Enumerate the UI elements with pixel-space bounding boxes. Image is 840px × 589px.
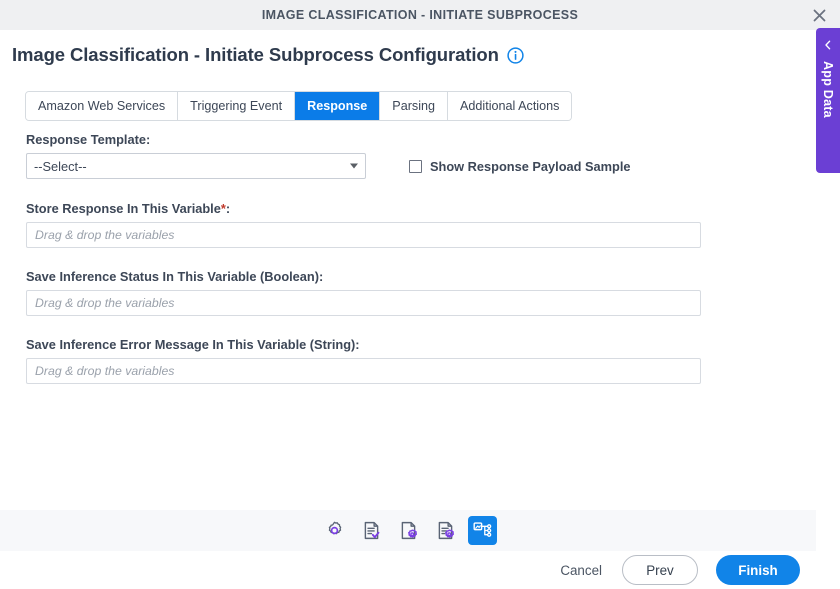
inference-error-label: Save Inference Error Message In This Var… (26, 337, 360, 352)
response-template-value: --Select-- (34, 158, 87, 174)
close-icon[interactable] (808, 4, 830, 26)
info-circle-icon[interactable] (507, 46, 524, 64)
tab-triggering-event[interactable]: Triggering Event (178, 92, 296, 120)
store-response-label: Store Response In This Variable*: (26, 201, 726, 216)
show-response-payload-sample-label: Show Response Payload Sample (430, 159, 631, 174)
dialog-window: IMAGE CLASSIFICATION - INITIATE SUBPROCE… (0, 0, 840, 589)
store-response-label-text: Store Response In This Variable (26, 201, 221, 216)
tab-additional-actions[interactable]: Additional Actions (448, 92, 572, 120)
prev-button[interactable]: Prev (622, 555, 698, 585)
window-title: IMAGE CLASSIFICATION - INITIATE SUBPROCE… (261, 8, 579, 22)
app-data-panel-toggle[interactable]: App Data (816, 28, 840, 173)
step-icon-toolbar (0, 510, 816, 551)
chevron-left-icon (823, 37, 833, 55)
response-template-select[interactable]: --Select-- (26, 153, 366, 179)
cancel-button[interactable]: Cancel (558, 559, 604, 582)
chevron-down-icon (350, 163, 358, 169)
process-flow-icon[interactable] (467, 516, 497, 545)
inference-status-label: Save Inference Status In This Variable (… (26, 269, 324, 284)
checkbox-box-icon (409, 160, 422, 173)
page-header: Image Classification - Initiate Subproce… (12, 44, 524, 66)
tab-parsing[interactable]: Parsing (380, 92, 448, 120)
response-template-label: Response Template: (26, 132, 151, 147)
page-title: Image Classification - Initiate Subproce… (12, 44, 499, 65)
dialog-footer: Cancel Prev Finish (0, 551, 816, 589)
finish-button[interactable]: Finish (716, 555, 800, 585)
document-check-icon[interactable] (357, 516, 386, 545)
document-gear-icon[interactable] (394, 516, 423, 545)
tab-amazon-web-services[interactable]: Amazon Web Services (26, 92, 179, 120)
tab-bar: Amazon Web Services Triggering Event Res… (25, 91, 573, 121)
tab-response[interactable]: Response (295, 92, 381, 120)
inference-error-input[interactable]: Drag & drop the variables (26, 358, 701, 384)
show-response-payload-sample-checkbox[interactable]: Show Response Payload Sample (409, 159, 631, 174)
store-response-input[interactable]: Drag & drop the variables (26, 222, 701, 248)
general-settings-icon[interactable] (320, 516, 349, 545)
window-titlebar: IMAGE CLASSIFICATION - INITIATE SUBPROCE… (0, 0, 840, 30)
inference-status-input[interactable]: Drag & drop the variables (26, 290, 701, 316)
store-response-label-colon: : (225, 201, 231, 216)
app-data-label: App Data (821, 61, 835, 118)
document-lines-gear-icon[interactable] (431, 516, 460, 545)
